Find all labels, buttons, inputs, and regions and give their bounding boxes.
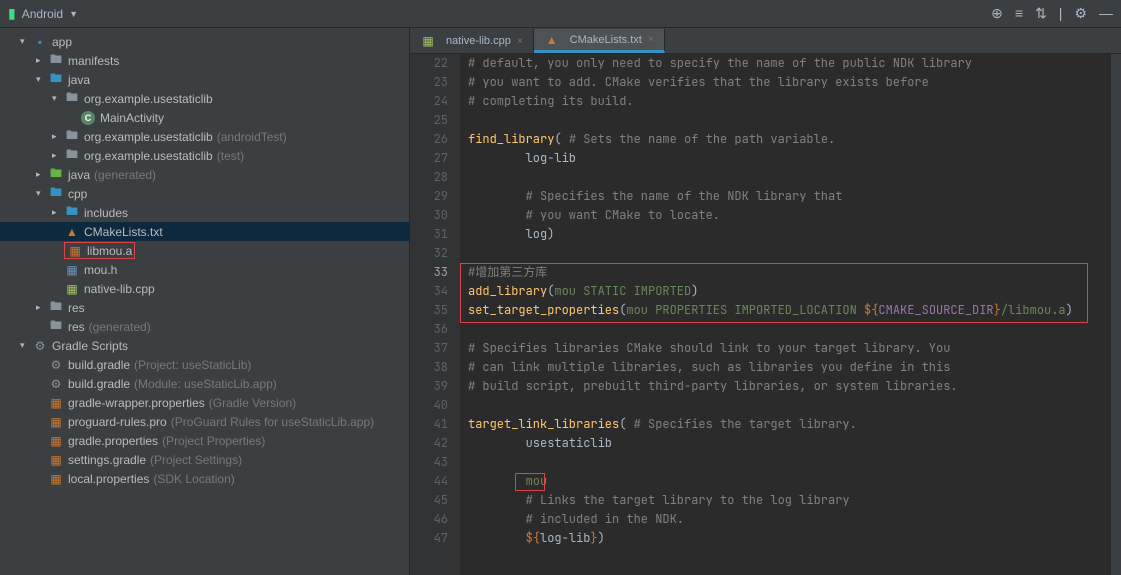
divider: | — [1059, 5, 1063, 22]
tab-label: native-lib.cpp — [446, 35, 511, 47]
tree-node-cpp[interactable]: ▾🖿cpp — [0, 184, 409, 203]
tree-node-libmou[interactable]: ▦libmou.a — [0, 241, 409, 260]
gradle-icon: ⚙ — [32, 338, 48, 354]
package-icon: 🖿 — [64, 91, 80, 107]
tree-node-proguard[interactable]: ▦proguard-rules.pro(ProGuard Rules for u… — [0, 412, 409, 431]
toolbar-icons-group: ⊕ ≡ ⇅ | ⚙ — — [991, 5, 1113, 22]
tree-node-settings-gradle[interactable]: ▦settings.gradle(Project Settings) — [0, 450, 409, 469]
tree-node-package[interactable]: ▾🖿org.example.usestaticlib — [0, 89, 409, 108]
tree-node-class[interactable]: CMainActivity — [0, 108, 409, 127]
folder-icon: 🖿 — [48, 53, 64, 69]
tree-node-includes[interactable]: ▸🖿includes — [0, 203, 409, 222]
tree-node-build-gradle[interactable]: ⚙build.gradle(Module: useStaticLib.app) — [0, 374, 409, 393]
tree-node-res-gen[interactable]: 🖿res(generated) — [0, 317, 409, 336]
folder-icon: 🖿 — [48, 319, 64, 335]
tree-node-gradle-props[interactable]: ▦gradle.properties(Project Properties) — [0, 431, 409, 450]
tree-node-package[interactable]: ▸🖿org.example.usestaticlib(test) — [0, 146, 409, 165]
locate-icon[interactable]: ⊕ — [991, 5, 1003, 22]
folder-icon: 🖿 — [48, 186, 64, 202]
tree-node-mou-h[interactable]: ▦mou.h — [0, 260, 409, 279]
project-tree-sidebar[interactable]: ▾▪app ▸🖿manifests ▾🖿java ▾🖿org.example.u… — [0, 28, 410, 575]
expand-icon[interactable]: ≡ — [1015, 5, 1023, 22]
close-icon[interactable]: × — [517, 36, 523, 47]
tree-node-java[interactable]: ▾🖿java — [0, 70, 409, 89]
editor-tab-native-lib[interactable]: ▦ native-lib.cpp × — [410, 29, 534, 53]
module-icon: ▪ — [32, 34, 48, 50]
properties-icon: ▦ — [48, 414, 64, 430]
tree-node-manifests[interactable]: ▸🖿manifests — [0, 51, 409, 70]
code-editor[interactable]: 2223242526272829303132333435363738394041… — [410, 54, 1121, 575]
close-icon[interactable]: × — [648, 34, 654, 45]
cpp-icon: ▦ — [420, 33, 436, 49]
tree-node-res[interactable]: ▸🖿res — [0, 298, 409, 317]
code-content[interactable]: # default, you only need to specify the … — [460, 54, 1121, 575]
folder-icon: 🖿 — [48, 300, 64, 316]
lib-icon: ▦ — [67, 243, 83, 259]
collapse-icon[interactable]: ⇅ — [1035, 5, 1047, 22]
chevron-down-icon: ▼ — [69, 9, 78, 19]
cmake-icon: ▲ — [64, 224, 80, 240]
tree-node-app[interactable]: ▾▪app — [0, 32, 409, 51]
properties-icon: ▦ — [48, 452, 64, 468]
cpp-icon: ▦ — [64, 281, 80, 297]
editor-tabs: ▦ native-lib.cpp × ▲ CMakeLists.txt × — [410, 28, 1121, 54]
gear-icon[interactable]: ⚙ — [1074, 5, 1087, 22]
project-view-selector[interactable]: ▮ Android ▼ — [8, 5, 78, 22]
folder-icon: 🖿 — [48, 72, 64, 88]
tree-node-java-gen[interactable]: ▸🖿java(generated) — [0, 165, 409, 184]
editor-area: ▦ native-lib.cpp × ▲ CMakeLists.txt × 22… — [410, 28, 1121, 575]
header-icon: ▦ — [64, 262, 80, 278]
package-icon: 🖿 — [64, 148, 80, 164]
folder-icon: 🖿 — [64, 205, 80, 221]
tree-node-cmakelists[interactable]: ▲CMakeLists.txt — [0, 222, 409, 241]
gradle-file-icon: ⚙ — [48, 357, 64, 373]
gradle-file-icon: ⚙ — [48, 376, 64, 392]
tree-node-local-props[interactable]: ▦local.properties(SDK Location) — [0, 469, 409, 488]
properties-icon: ▦ — [48, 395, 64, 411]
minimize-icon[interactable]: — — [1099, 5, 1113, 22]
package-icon: 🖿 — [64, 129, 80, 145]
android-icon: ▮ — [8, 5, 16, 22]
tab-label: CMakeLists.txt — [570, 34, 642, 46]
gutter: 2223242526272829303132333435363738394041… — [410, 54, 460, 575]
top-toolbar: ▮ Android ▼ ⊕ ≡ ⇅ | ⚙ — — [0, 0, 1121, 28]
cmake-icon: ▲ — [544, 32, 560, 48]
properties-icon: ▦ — [48, 471, 64, 487]
tree-node-native-lib[interactable]: ▦native-lib.cpp — [0, 279, 409, 298]
tree-node-build-gradle[interactable]: ⚙build.gradle(Project: useStaticLib) — [0, 355, 409, 374]
tree-node-package[interactable]: ▸🖿org.example.usestaticlib(androidTest) — [0, 127, 409, 146]
tree-node-gradle-wrapper[interactable]: ▦gradle-wrapper.properties(Gradle Versio… — [0, 393, 409, 412]
editor-tab-cmakelists[interactable]: ▲ CMakeLists.txt × — [534, 29, 665, 53]
tree-node-gradle-scripts[interactable]: ▾⚙Gradle Scripts — [0, 336, 409, 355]
project-label: Android — [22, 7, 63, 21]
folder-icon: 🖿 — [48, 167, 64, 183]
scrollbar[interactable] — [1111, 54, 1121, 575]
class-icon: C — [80, 110, 96, 126]
properties-icon: ▦ — [48, 433, 64, 449]
